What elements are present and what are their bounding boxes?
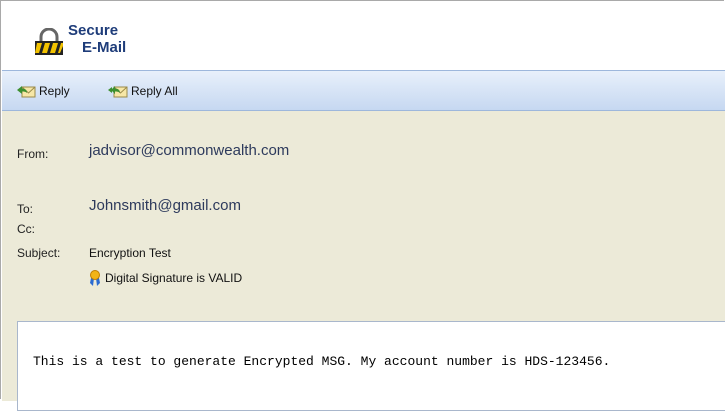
from-value: jadvisor@commonwealth.com [89, 142, 290, 159]
from-label: From: [17, 147, 49, 161]
cc-label: Cc: [17, 222, 35, 236]
reply-label: Reply [39, 84, 70, 98]
logo-text-email: E-Mail [82, 39, 127, 56]
subject-value: Encryption Test [89, 246, 171, 260]
to-label: To: [17, 202, 34, 216]
reply-all-icon [108, 86, 128, 98]
subject-label: Subject: [17, 246, 61, 260]
to-value: Johnsmith@gmail.com [89, 197, 241, 214]
signature-status: Digital Signature is VALID [89, 270, 242, 286]
padlock-icon [35, 28, 63, 55]
toolbar: Reply Reply All [2, 70, 725, 111]
award-ribbon-icon [90, 270, 100, 286]
logo-text-secure: Secure [68, 22, 119, 39]
signature-status-text: Digital Signature is VALID [105, 271, 243, 285]
reply-all-button[interactable]: Reply All [108, 82, 178, 100]
reply-all-label: Reply All [131, 84, 178, 98]
app-header: Secure E-Mail [2, 2, 725, 67]
reply-icon [17, 86, 36, 98]
message-body-text: This is a test to generate Encrypted MSG… [33, 354, 611, 369]
message-body[interactable]: This is a test to generate Encrypted MSG… [17, 321, 725, 411]
reply-button[interactable]: Reply [16, 82, 70, 100]
email-window: Secure E-Mail Reply Reply All From: jadv… [0, 0, 725, 411]
